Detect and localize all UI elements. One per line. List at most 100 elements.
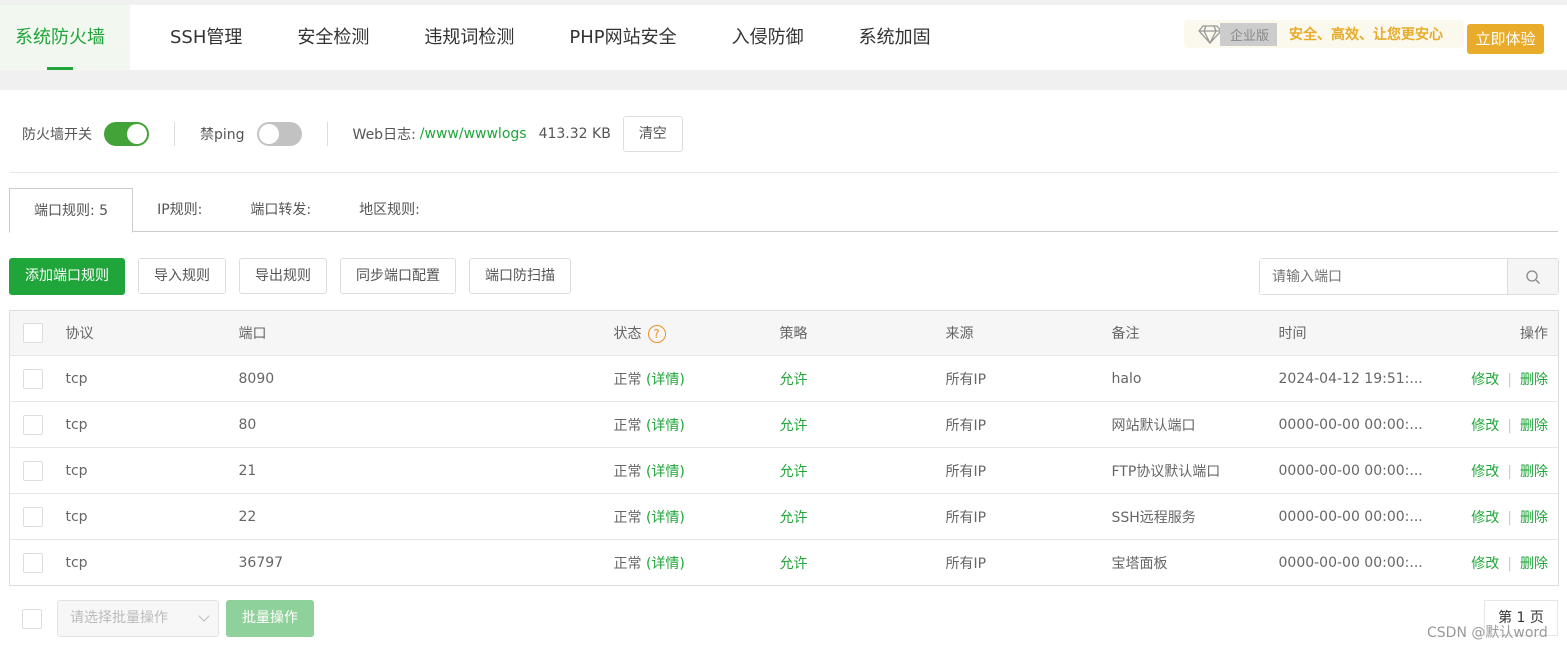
cell-status: 正常 (详情) bbox=[613, 493, 780, 540]
row-checkbox[interactable] bbox=[23, 414, 43, 435]
edit-link[interactable]: 修改 bbox=[1471, 372, 1499, 388]
cell-port: 36797 bbox=[238, 539, 614, 586]
try-now-button[interactable]: 立即体验 bbox=[1467, 24, 1544, 54]
cell-actions: 修改 | 删除 bbox=[1428, 539, 1559, 586]
details-link[interactable]: (详情) bbox=[646, 372, 685, 388]
tab-port-rules[interactable]: 端口规则: 5 bbox=[9, 188, 134, 233]
diamond-icon bbox=[1198, 25, 1222, 44]
col-actions: 操作 bbox=[1428, 310, 1559, 356]
row-checkbox[interactable] bbox=[23, 506, 43, 527]
cell-port: 22 bbox=[238, 493, 614, 540]
cell-note: halo bbox=[1111, 355, 1279, 402]
table-row: tcp 22 正常 (详情) 允许 所有IP SSH远程服务 0000-00-0… bbox=[9, 493, 1559, 540]
nav-intrusion[interactable]: 入侵防御 bbox=[717, 5, 819, 70]
nav-firewall[interactable]: 系统防火墙 bbox=[0, 5, 130, 70]
cell-actions: 修改 | 删除 bbox=[1428, 401, 1559, 448]
sync-port-config-button[interactable]: 同步端口配置 bbox=[340, 258, 456, 294]
batch-operation-select[interactable]: 请选择批量操作 bbox=[57, 600, 219, 637]
select-all-checkbox[interactable] bbox=[23, 323, 43, 343]
cell-time: 2024-04-12 19:51:... bbox=[1278, 355, 1429, 402]
search-button[interactable] bbox=[1507, 259, 1558, 294]
weblog-path-link[interactable]: /www/wwwlogs bbox=[420, 126, 527, 142]
cell-port: 8090 bbox=[238, 355, 614, 402]
delete-link[interactable]: 删除 bbox=[1520, 464, 1548, 480]
tab-port-forward[interactable]: 端口转发: bbox=[226, 188, 335, 231]
weblog-size: 413.32 KB bbox=[538, 126, 611, 142]
firewall-switch-label: 防火墙开关 bbox=[22, 127, 92, 143]
details-link[interactable]: (详情) bbox=[646, 418, 685, 434]
nav-word-check[interactable]: 违规词检测 bbox=[409, 5, 529, 70]
cell-note: 宝塔面板 bbox=[1111, 539, 1279, 586]
port-scan-protect-button[interactable]: 端口防扫描 bbox=[469, 258, 571, 294]
port-search-input[interactable] bbox=[1260, 259, 1507, 294]
table-row: tcp 36797 正常 (详情) 允许 所有IP 宝塔面板 0000-00-0… bbox=[9, 539, 1559, 586]
row-checkbox[interactable] bbox=[23, 552, 43, 573]
delete-link[interactable]: 删除 bbox=[1520, 556, 1548, 572]
nav-ssh[interactable]: SSH管理 bbox=[155, 5, 257, 70]
clear-log-button[interactable]: 清空 bbox=[622, 116, 683, 152]
firewall-toggle[interactable] bbox=[104, 122, 149, 146]
footer-select-all-checkbox[interactable] bbox=[22, 608, 42, 629]
port-rules-table: 协议 端口 状态? 策略 来源 备注 时间 操作 tcp 8090 正常 (详情… bbox=[9, 310, 1559, 586]
details-link[interactable]: (详情) bbox=[646, 510, 685, 526]
cell-policy: 允许 bbox=[779, 447, 946, 494]
cell-status: 正常 (详情) bbox=[613, 355, 780, 402]
cell-time: 0000-00-00 00:00:... bbox=[1278, 539, 1429, 586]
col-note: 备注 bbox=[1111, 310, 1279, 356]
cell-port: 80 bbox=[238, 401, 614, 448]
cell-note: SSH远程服务 bbox=[1111, 493, 1279, 540]
watermark: CSDN @默认word bbox=[1427, 625, 1548, 641]
details-link[interactable]: (详情) bbox=[646, 556, 685, 572]
details-link[interactable]: (详情) bbox=[646, 464, 685, 480]
edit-link[interactable]: 修改 bbox=[1471, 510, 1499, 526]
tab-ip-rules[interactable]: IP规则: bbox=[133, 188, 226, 231]
table-row: tcp 80 正常 (详情) 允许 所有IP 网站默认端口 0000-00-00… bbox=[9, 401, 1559, 448]
add-port-rule-button[interactable]: 添加端口规则 bbox=[9, 258, 125, 295]
edit-link[interactable]: 修改 bbox=[1471, 464, 1499, 480]
main-panel: 防火墙开关 禁ping Web日志: /www/wwwlogs 413.32 K… bbox=[0, 90, 1567, 649]
ping-toggle[interactable] bbox=[256, 122, 302, 146]
nav-security-check[interactable]: 安全检测 bbox=[282, 5, 384, 70]
cell-policy: 允许 bbox=[779, 401, 946, 448]
row-checkbox[interactable] bbox=[23, 368, 43, 389]
cell-protocol: tcp bbox=[65, 539, 239, 586]
cell-policy: 允许 bbox=[779, 539, 946, 586]
weblog-label: Web日志: bbox=[352, 127, 416, 143]
table-row: tcp 8090 正常 (详情) 允许 所有IP halo 2024-04-12… bbox=[9, 355, 1559, 402]
cell-source: 所有IP bbox=[945, 355, 1112, 402]
col-policy: 策略 bbox=[779, 310, 946, 356]
nav-hardening[interactable]: 系统加固 bbox=[844, 5, 946, 70]
help-icon[interactable]: ? bbox=[647, 325, 666, 343]
cell-status: 正常 (详情) bbox=[613, 539, 780, 586]
cell-protocol: tcp bbox=[65, 493, 239, 540]
export-rules-button[interactable]: 导出规则 bbox=[239, 258, 327, 294]
delete-link[interactable]: 删除 bbox=[1520, 418, 1548, 434]
col-status: 状态? bbox=[613, 310, 780, 356]
cell-protocol: tcp bbox=[65, 401, 239, 448]
enterprise-badge: 企业版 bbox=[1220, 22, 1278, 46]
edit-link[interactable]: 修改 bbox=[1471, 556, 1499, 572]
import-rules-button[interactable]: 导入规则 bbox=[138, 258, 226, 294]
tab-region-rules[interactable]: 地区规则: bbox=[335, 188, 444, 231]
cell-time: 0000-00-00 00:00:... bbox=[1278, 401, 1429, 448]
edit-link[interactable]: 修改 bbox=[1471, 418, 1499, 434]
cell-status: 正常 (详情) bbox=[613, 401, 780, 448]
cell-actions: 修改 | 删除 bbox=[1428, 355, 1559, 402]
delete-link[interactable]: 删除 bbox=[1520, 372, 1548, 388]
delete-link[interactable]: 删除 bbox=[1520, 510, 1548, 526]
promo-slogan: 安全、高效、让您更安心 bbox=[1289, 27, 1444, 43]
col-protocol: 协议 bbox=[65, 310, 239, 356]
cell-source: 所有IP bbox=[945, 493, 1112, 540]
col-time: 时间 bbox=[1278, 310, 1429, 356]
cell-note: 网站默认端口 bbox=[1111, 401, 1279, 448]
nav-php-security[interactable]: PHP网站安全 bbox=[554, 5, 691, 70]
col-port: 端口 bbox=[238, 310, 614, 356]
port-search bbox=[1259, 258, 1559, 295]
cell-actions: 修改 | 删除 bbox=[1428, 493, 1559, 540]
row-checkbox[interactable] bbox=[23, 460, 43, 481]
table-row: tcp 21 正常 (详情) 允许 所有IP FTP协议默认端口 0000-00… bbox=[9, 447, 1559, 494]
cell-time: 0000-00-00 00:00:... bbox=[1278, 493, 1429, 540]
cell-note: FTP协议默认端口 bbox=[1111, 447, 1279, 494]
batch-operation-button[interactable]: 批量操作 bbox=[226, 600, 314, 637]
cell-port: 21 bbox=[238, 447, 614, 494]
